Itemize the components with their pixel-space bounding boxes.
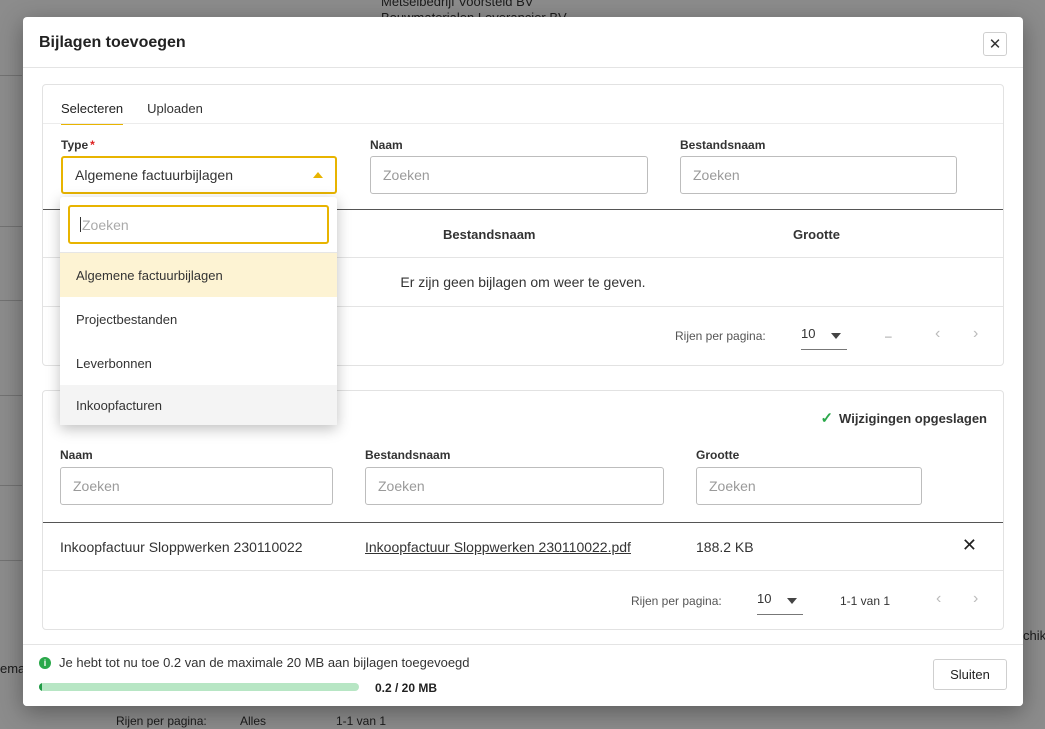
text-cursor <box>80 217 81 232</box>
modal-header: Bijlagen toevoegen ✕ <box>23 17 1023 68</box>
filename-search-input[interactable]: Zoeken <box>365 467 664 505</box>
type-select-value: Algemene factuurbijlagen <box>75 167 233 183</box>
storage-progress-text: 0.2 / 20 MB <box>375 681 438 695</box>
tabs-divider <box>43 123 1003 124</box>
filename-search-input[interactable]: Zoeken <box>680 156 957 194</box>
column-header-filename[interactable]: Bestandsnaam <box>443 227 535 242</box>
filename-label: Bestandsnaam <box>680 138 766 152</box>
tab-bar: Selecteren Uploaden <box>61 101 203 125</box>
modal-footer: i Je hebt tot nu toe 0.2 van de maximale… <box>23 644 1023 706</box>
rows-per-page-label: Rijen per pagina: <box>631 594 722 608</box>
storage-progress-bar <box>39 683 359 691</box>
dropdown-search-input[interactable]: Zoeken <box>68 205 329 244</box>
empty-message-text: Er zijn geen bijlagen om weer te geven. <box>400 274 646 290</box>
attachment-name: Inkoopfactuur Sloppwerken 230110022 <box>60 539 303 555</box>
type-dropdown: Zoeken Algemene factuurbijlagen Projectb… <box>60 197 337 425</box>
page-range: – <box>885 329 892 343</box>
close-modal-button[interactable]: Sluiten <box>933 659 1007 690</box>
type-select[interactable]: Algemene factuurbijlagen <box>61 156 337 194</box>
dropdown-option[interactable]: Algemene factuurbijlagen <box>60 253 337 297</box>
tab-selecteren[interactable]: Selecteren <box>61 101 124 125</box>
dropdown-option[interactable]: Projectbestanden <box>60 297 337 341</box>
modal-title: Bijlagen toevoegen <box>39 34 186 51</box>
remove-attachment-icon[interactable]: ✕ <box>962 535 977 556</box>
name-search-input[interactable]: Zoeken <box>370 156 648 194</box>
close-button[interactable]: ✕ <box>983 32 1007 56</box>
rows-per-page-value: 10 <box>757 591 772 606</box>
filename-label: Bestandsnaam <box>365 448 451 462</box>
column-header-size[interactable]: Grootte <box>793 227 840 242</box>
type-label: Type * <box>61 138 95 152</box>
chevron-down-icon <box>787 598 797 604</box>
rows-per-page-select[interactable]: 10 <box>801 326 847 350</box>
pagination-bar: Rijen per pagina: 10 1-1 van 1 ‹ › <box>43 572 1003 630</box>
rows-per-page-select[interactable]: 10 <box>757 591 803 615</box>
storage-progress-fill <box>39 683 43 691</box>
caret-up-icon <box>313 172 323 178</box>
page-range: 1-1 van 1 <box>840 594 891 608</box>
saved-status-text: Wijzigingen opgeslagen <box>839 410 987 426</box>
dropdown-option[interactable]: Leverbonnen <box>60 341 337 385</box>
required-marker: * <box>90 138 95 152</box>
size-label: Grootte <box>696 448 740 462</box>
chevron-down-icon <box>831 333 841 339</box>
storage-info: i Je hebt tot nu toe 0.2 van de maximale… <box>39 655 470 670</box>
name-label: Naam <box>370 138 403 152</box>
rows-per-page-label: Rijen per pagina: <box>675 329 766 343</box>
size-search-input[interactable]: Zoeken <box>696 467 922 505</box>
dropdown-option[interactable]: Inkoopfacturen <box>60 385 337 425</box>
attachment-file-link[interactable]: Inkoopfactuur Sloppwerken 230110022.pdf <box>365 539 631 555</box>
next-page-icon[interactable]: › <box>973 325 978 343</box>
dropdown-search-placeholder: Zoeken <box>82 216 129 233</box>
info-icon: i <box>39 656 51 669</box>
type-label-text: Type <box>61 138 89 152</box>
rows-per-page-value: 10 <box>801 326 816 341</box>
prev-page-icon[interactable]: ‹ <box>936 590 941 608</box>
storage-info-text: Je hebt tot nu toe 0.2 van de maximale 2… <box>59 655 470 670</box>
check-icon: ✓ <box>820 410 834 427</box>
selected-attachments-panel: ✓ Wijzigingen opgeslagen Naam Zoeken Bes… <box>42 390 1004 630</box>
name-search-input[interactable]: Zoeken <box>60 467 333 505</box>
saved-status: ✓ Wijzigingen opgeslagen <box>820 409 987 427</box>
table-row: Inkoopfactuur Sloppwerken 230110022 Inko… <box>43 522 1003 571</box>
close-icon: ✕ <box>988 36 1002 53</box>
name-label: Naam <box>60 448 93 462</box>
next-page-icon[interactable]: › <box>973 590 978 608</box>
prev-page-icon[interactable]: ‹ <box>935 325 940 343</box>
tab-uploaden[interactable]: Uploaden <box>147 101 203 125</box>
attachment-size: 188.2 KB <box>696 539 754 555</box>
attachments-modal: Bijlagen toevoegen ✕ Selecteren Uploaden… <box>23 17 1023 706</box>
